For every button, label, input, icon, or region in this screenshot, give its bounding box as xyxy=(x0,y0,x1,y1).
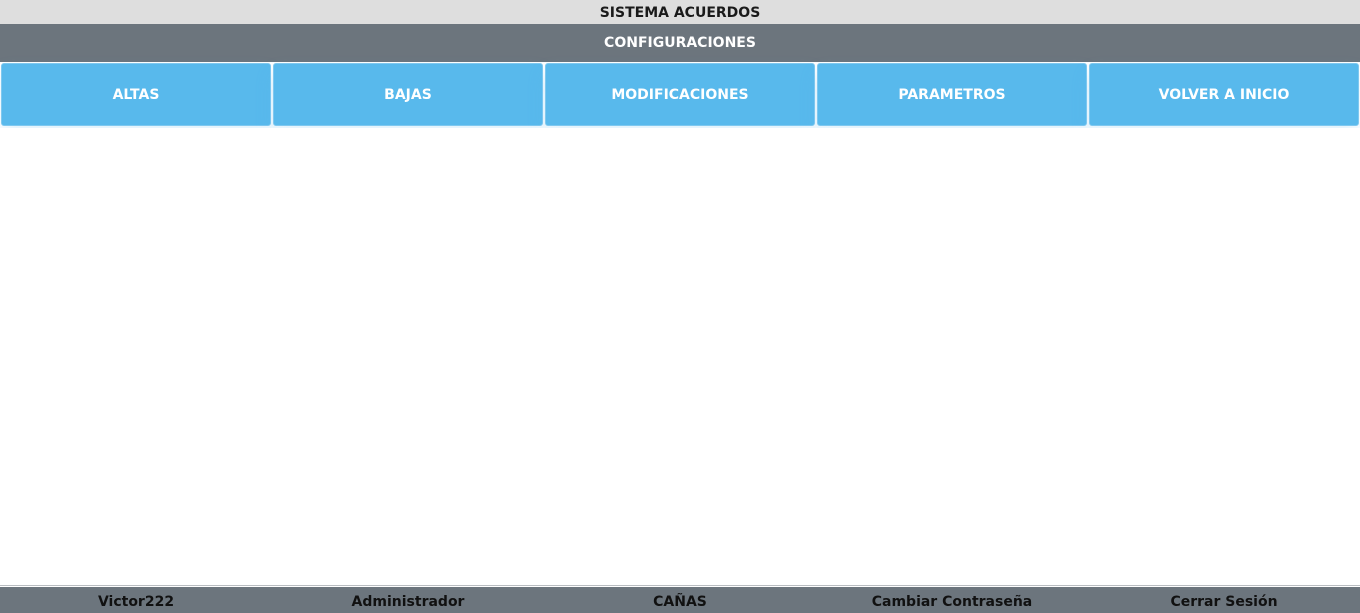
bajas-button[interactable]: BAJAS xyxy=(273,63,543,126)
app-title: SISTEMA ACUERDOS xyxy=(0,0,1360,24)
logout-link[interactable]: Cerrar Sesión xyxy=(1088,586,1360,613)
modificaciones-button[interactable]: MODIFICACIONES xyxy=(545,63,815,126)
volver-a-inicio-button[interactable]: VOLVER A INICIO xyxy=(1089,63,1359,126)
altas-button[interactable]: ALTAS xyxy=(1,63,271,126)
app-window: SISTEMA ACUERDOS CONFIGURACIONES ALTAS B… xyxy=(0,0,1360,613)
location-label: CAÑAS xyxy=(653,594,707,610)
config-menu: ALTAS BAJAS MODIFICACIONES PARAMETROS VO… xyxy=(0,63,1360,127)
section-title: CONFIGURACIONES xyxy=(0,24,1360,62)
role-label: Administrador xyxy=(351,594,465,610)
change-password-link[interactable]: Cambiar Contraseña xyxy=(816,586,1088,613)
main-content-area xyxy=(0,128,1360,584)
status-footer: Victor222 Administrador CAÑAS Cambiar Co… xyxy=(0,585,1360,613)
username-label: Victor222 xyxy=(97,594,175,610)
parametros-button[interactable]: PARAMETROS xyxy=(817,63,1087,126)
